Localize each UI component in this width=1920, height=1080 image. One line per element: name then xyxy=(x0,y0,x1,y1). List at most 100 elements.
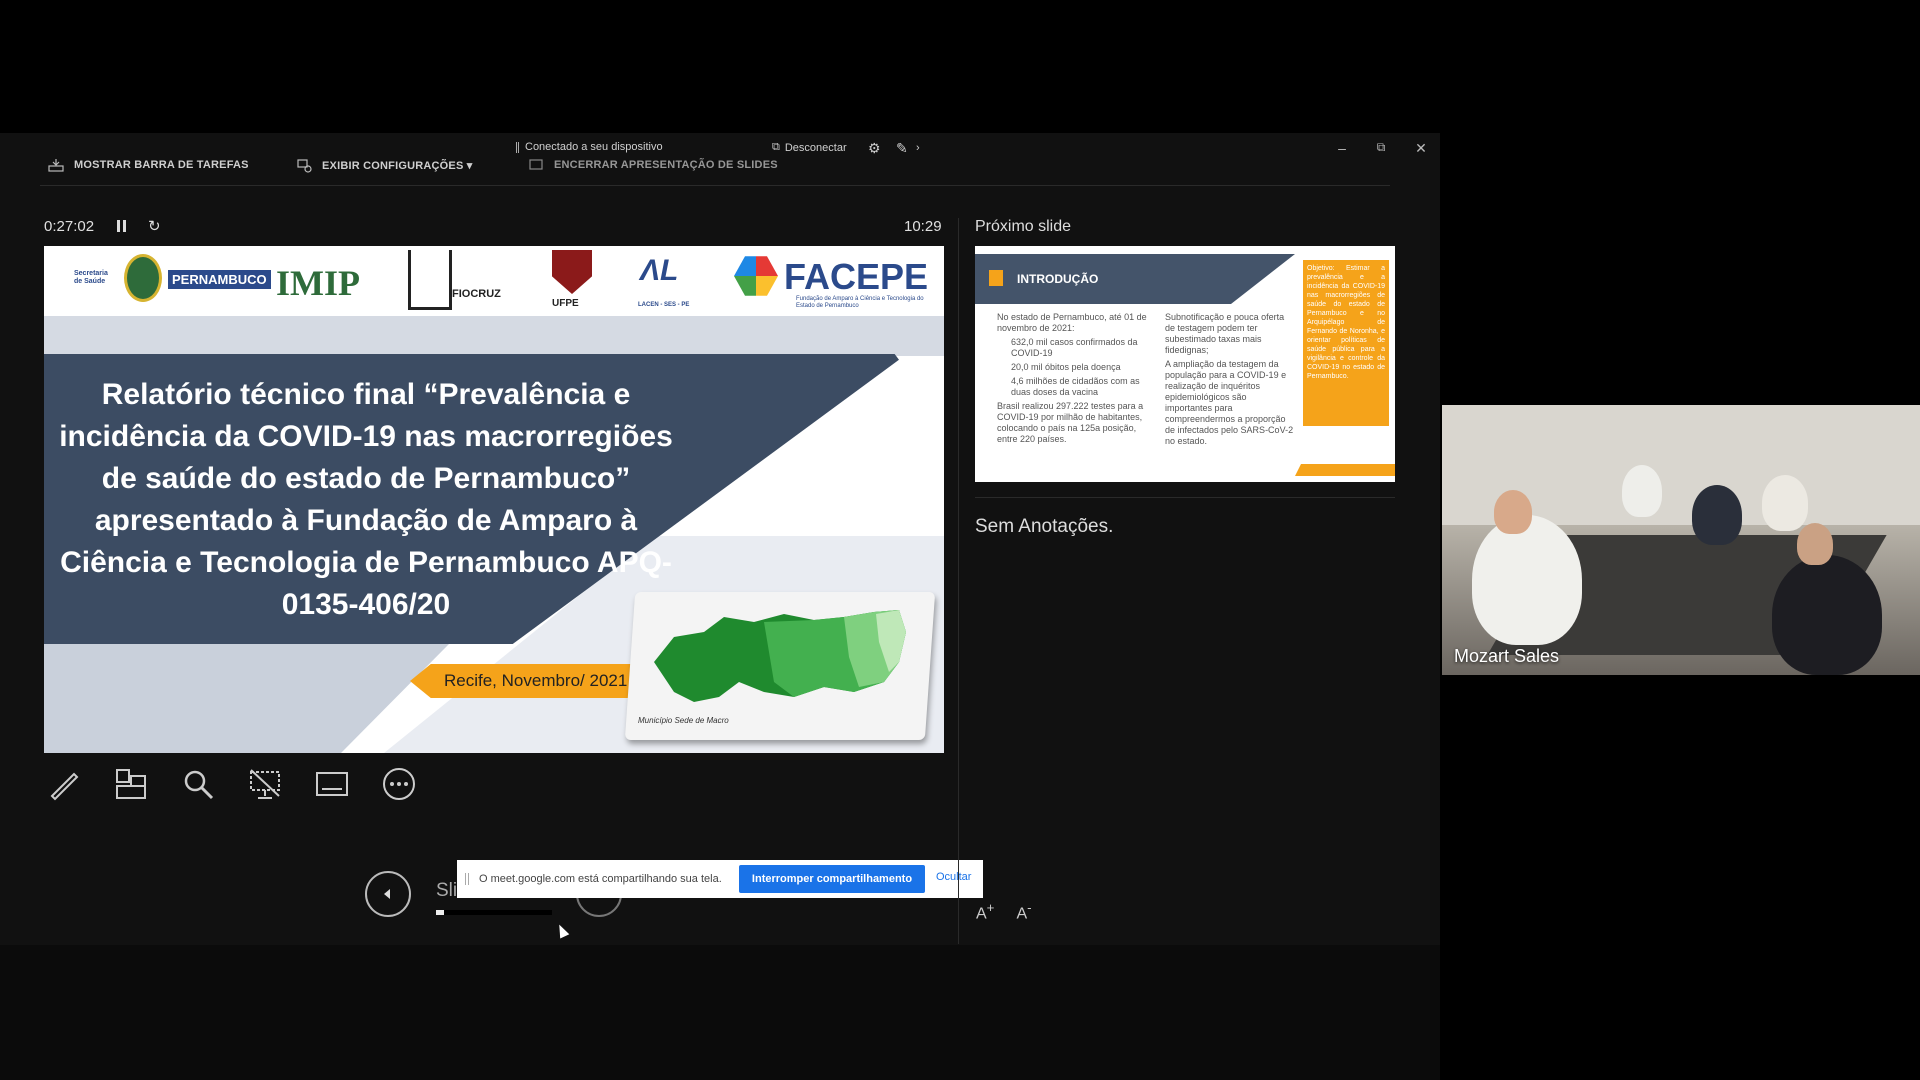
video-person xyxy=(1622,465,1662,517)
logo-secretaria: Secretaria de Saúde xyxy=(74,270,108,285)
slide-progress-fill xyxy=(436,910,445,915)
slide-title: Relatório técnico final “Prevalência e i… xyxy=(59,378,673,621)
current-time: 10:29 xyxy=(904,218,942,235)
next-slide-footer-band xyxy=(1295,464,1395,476)
logo-ufpe: UFPE xyxy=(552,298,579,309)
end-slideshow-label: ENCERRAR APRESENTAÇÃO DE SLIDES xyxy=(554,159,778,171)
black-screen-tool[interactable] xyxy=(245,764,285,804)
cast-status-label: Conectado a seu dispositivo xyxy=(525,141,663,153)
logo-facepe-subtitle: Fundação de Amparo à Ciência e Tecnologi… xyxy=(796,296,924,309)
show-taskbar-button[interactable]: MOSTRAR BARRA DE TAREFAS xyxy=(48,157,249,173)
list-item: 4,6 milhões de cidadãos com as duas dose… xyxy=(1011,376,1140,397)
map-caption: Município Sede de Macro xyxy=(638,716,729,725)
more-options-tool[interactable] xyxy=(379,764,419,804)
presenter-topbar: MOSTRAR BARRA DE TAREFAS EXIBIR CONFIGUR… xyxy=(0,133,1440,186)
list-item: No estado de Pernambuco, até 01 de novem… xyxy=(997,312,1147,333)
previous-slide-button[interactable] xyxy=(365,871,411,917)
monitor-slash-icon xyxy=(250,769,280,799)
disconnect-button[interactable]: ⧉ Desconectar xyxy=(772,141,847,154)
pen-tool[interactable] xyxy=(44,764,84,804)
see-all-slides-tool[interactable] xyxy=(111,764,151,804)
logo-fiocruz: FIOCRUZ xyxy=(452,288,501,300)
display-settings-button[interactable]: EXIBIR CONFIGURAÇÕES ▾ xyxy=(296,157,473,173)
participant-name: Mozart Sales xyxy=(1454,646,1560,666)
increase-font-icon[interactable]: A+ xyxy=(976,900,994,923)
drag-handle-icon[interactable] xyxy=(465,873,469,885)
pernambuco-map-icon xyxy=(654,610,906,702)
slide-top-band xyxy=(44,316,944,356)
reset-timer-icon[interactable]: ↻ xyxy=(148,217,161,235)
display-settings-label: EXIBIR CONFIGURAÇÕES ▾ xyxy=(322,159,473,172)
end-slideshow-icon xyxy=(529,159,543,170)
next-slide-left-list: No estado de Pernambuco, até 01 de novem… xyxy=(997,312,1147,448)
minimize-icon[interactable]: – xyxy=(1332,140,1352,156)
slide-progress-bar xyxy=(436,910,552,915)
document-icon xyxy=(989,270,1003,286)
list-item: 632,0 mil casos confirmados da COVID-19 xyxy=(1011,337,1138,358)
cast-icon: ⧉ xyxy=(772,141,780,153)
presenter-tools xyxy=(44,764,419,804)
list-item: A ampliação da testagem da população par… xyxy=(1165,359,1294,446)
video-person xyxy=(1762,475,1808,531)
lower-background xyxy=(0,945,1440,1080)
elapsed-timer: 0:27:02 xyxy=(44,218,95,235)
topbar-divider xyxy=(40,185,1390,186)
facepe-hexagon-icon xyxy=(734,256,778,296)
logo-imip: IMIP xyxy=(276,263,360,303)
notes-divider[interactable] xyxy=(975,497,1395,498)
video-person-head xyxy=(1494,490,1532,534)
more-options-icon xyxy=(383,768,415,800)
gear-icon[interactable]: ⚙ xyxy=(868,140,881,157)
pin-icon[interactable]: ✎ xyxy=(896,140,908,157)
close-icon[interactable]: ✕ xyxy=(1411,140,1431,157)
notes-font-controls: A+ A- xyxy=(976,900,1032,923)
next-slide-right-list: Subnotificação e pouca oferta de testage… xyxy=(1165,312,1295,450)
chevron-left-icon xyxy=(384,889,390,899)
pause-icon[interactable] xyxy=(117,220,129,232)
participant-video[interactable]: Mozart Sales xyxy=(1442,405,1920,675)
share-message: O meet.google.com está compartilhando su… xyxy=(479,873,722,885)
video-person xyxy=(1472,515,1582,645)
logo-pernambuco: PERNAMBUCO xyxy=(168,270,271,289)
logo-lacen-mark: ΛL xyxy=(640,254,679,287)
taskbar-icon xyxy=(48,159,64,172)
show-taskbar-label: MOSTRAR BARRA DE TAREFAS xyxy=(74,159,249,171)
zoom-tool[interactable] xyxy=(178,764,218,804)
drag-handle-icon[interactable] xyxy=(516,141,519,153)
logo-facepe: FACEPE xyxy=(784,256,929,297)
list-item: 20,0 mil óbitos pela doença xyxy=(1011,362,1121,372)
place-date-label: Recife, Novembro/ 2021 xyxy=(444,671,628,690)
logo-strip: Secretaria de Saúde PERNAMBUCO IMIP FIOC… xyxy=(44,246,944,316)
next-slide-label: Próximo slide xyxy=(975,218,1072,235)
ufpe-crest-icon xyxy=(552,250,592,294)
current-slide[interactable]: Secretaria de Saúde PERNAMBUCO IMIP FIOC… xyxy=(44,246,944,753)
chevron-right-icon[interactable]: › xyxy=(916,142,920,154)
video-person xyxy=(1692,485,1742,545)
list-item: Brasil realizou 297.222 testes para a CO… xyxy=(997,401,1144,444)
hide-notification-button[interactable]: Ocultar xyxy=(936,871,971,883)
next-slide-heading: INTRODUÇÃO xyxy=(1017,272,1099,286)
list-item: Subnotificação e pouca oferta de testage… xyxy=(1165,312,1285,355)
next-slide-preview[interactable]: INTRODUÇÃO Objetivo: Estimar a prevalênc… xyxy=(975,246,1395,482)
pane-divider[interactable] xyxy=(958,218,959,944)
pen-icon xyxy=(50,772,79,801)
restore-icon[interactable]: ⧉ xyxy=(1371,140,1391,155)
subtitles-tool[interactable] xyxy=(312,764,352,804)
logo-lacen: LACEN - SES - PE xyxy=(638,302,690,308)
grid-icon xyxy=(116,769,146,799)
next-slide-header: INTRODUÇÃO xyxy=(975,254,1295,304)
next-slide-objective: Objetivo: Estimar a prevalência e a inci… xyxy=(1303,260,1389,426)
speaker-notes[interactable]: Sem Anotações. xyxy=(975,516,1113,538)
video-person-head xyxy=(1797,523,1833,565)
end-slideshow-button[interactable]: ENCERRAR APRESENTAÇÃO DE SLIDES xyxy=(528,157,778,173)
disconnect-label: Desconectar xyxy=(784,141,847,154)
magnifier-icon xyxy=(184,770,214,800)
display-settings-icon xyxy=(297,159,312,173)
subtitles-icon xyxy=(316,772,348,796)
screen-share-notification: O meet.google.com está compartilhando su… xyxy=(457,860,983,898)
fiocruz-building-icon xyxy=(408,250,452,310)
video-person xyxy=(1772,555,1882,675)
decrease-font-icon[interactable]: A- xyxy=(1016,900,1031,923)
pernambuco-seal-icon xyxy=(124,254,162,302)
stop-sharing-button[interactable]: Interromper compartilhamento xyxy=(739,865,925,893)
